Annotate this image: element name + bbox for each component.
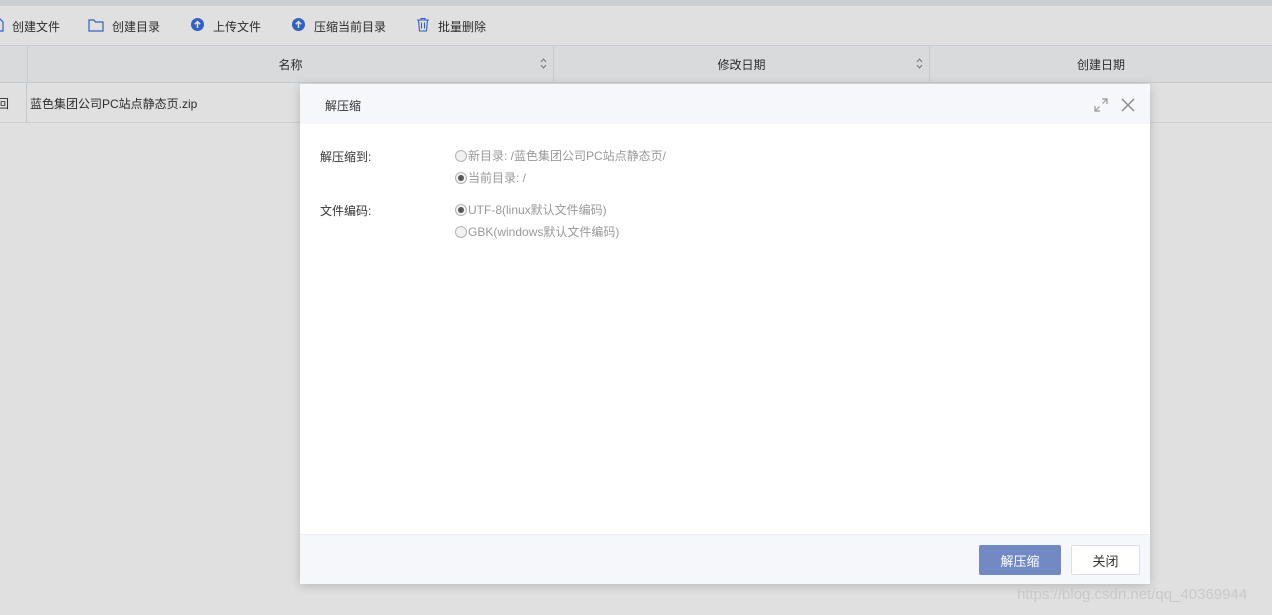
encoding-label: 文件编码: [320, 204, 372, 218]
watermark: https://blog.csdn.net/qq_40369944 [1017, 586, 1248, 603]
radio-current-directory[interactable]: 当前目录: / [455, 169, 526, 186]
dialog-body: 解压缩到: 新目录: /蓝色集团公司PC站点静态页/ 当前目录: / 文件编码:… [300, 124, 1150, 534]
radio-button[interactable] [455, 171, 467, 184]
radio-gbk[interactable]: GBK(windows默认文件编码) [455, 223, 619, 240]
close-button[interactable]: 关闭 [1071, 545, 1140, 575]
dialog-header: 解压缩 [300, 84, 1150, 124]
radio-button[interactable] [455, 149, 467, 162]
close-icon[interactable] [1121, 98, 1135, 112]
radio-utf8[interactable]: UTF-8(linux默认文件编码) [455, 201, 607, 218]
maximize-icon[interactable] [1094, 98, 1108, 112]
extract-button[interactable]: 解压缩 [979, 545, 1061, 575]
radio-button[interactable] [455, 225, 467, 238]
radio-new-directory[interactable]: 新目录: /蓝色集团公司PC站点静态页/ [455, 147, 666, 164]
extract-dialog: 解压缩 解压缩到: 新目录: /蓝色集团公司PC站点静态页/ 当前目录: / 文… [300, 84, 1150, 584]
radio-button[interactable] [455, 203, 467, 216]
extract-to-label: 解压缩到: [320, 150, 372, 164]
dialog-title: 解压缩 [325, 99, 362, 113]
dialog-footer: 解压缩 关闭 [300, 534, 1150, 584]
